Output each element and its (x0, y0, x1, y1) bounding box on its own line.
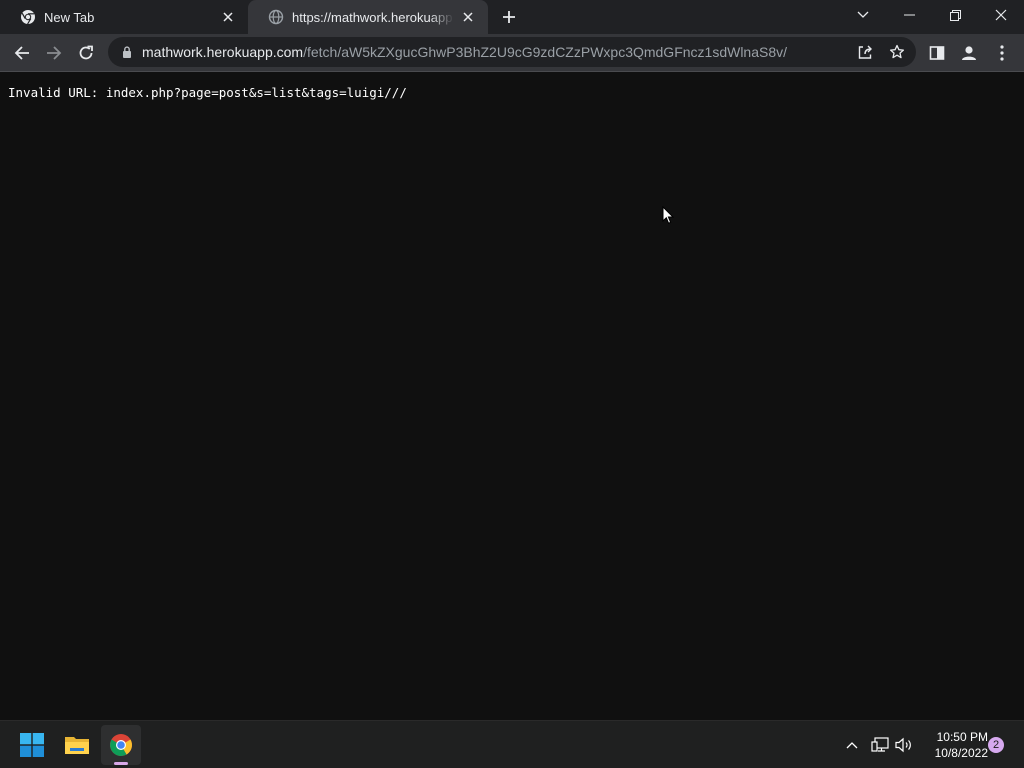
taskbar: 10:50 PM 10/8/2022 2 (0, 720, 1024, 768)
profile-icon (962, 46, 976, 60)
start-button[interactable] (12, 725, 52, 765)
plus-icon (503, 11, 515, 23)
share-button[interactable] (850, 37, 880, 67)
share-icon (858, 45, 872, 59)
chrome-icon (20, 9, 36, 25)
kebab-menu-icon (1000, 45, 1004, 61)
tab-mathwork[interactable]: https://mathwork.herokuapp.com (248, 0, 488, 34)
bookmark-button[interactable] (882, 37, 912, 67)
globe-icon (268, 9, 284, 25)
tab-title: https://mathwork.herokuapp.com (292, 9, 454, 25)
browser-menu-button[interactable] (987, 38, 1017, 68)
side-panel-icon (929, 46, 945, 60)
taskbar-file-explorer[interactable] (57, 725, 97, 765)
page-content: Invalid URL: index.php?page=post&s=list&… (0, 72, 1024, 720)
tab-search-button[interactable] (840, 0, 886, 30)
volume-button[interactable] (894, 735, 914, 755)
close-tab-icon[interactable] (460, 9, 476, 25)
lock-icon[interactable] (120, 45, 134, 59)
windows-start-icon (20, 733, 44, 757)
volume-icon (895, 737, 911, 753)
address-bar[interactable]: mathwork.herokuapp.com/fetch/aW5kZXgucGh… (108, 37, 916, 67)
mouse-pointer-icon (662, 205, 675, 230)
close-icon (995, 9, 1007, 21)
url-path: /fetch/aW5kZXgucGhwP3BhZ2U9cG9zdCZzPWxpc… (303, 44, 788, 60)
reload-button[interactable] (71, 38, 101, 68)
active-app-indicator (114, 762, 128, 765)
minimize-icon (903, 14, 915, 16)
network-status-button[interactable] (870, 735, 890, 755)
chevron-up-icon (846, 742, 858, 749)
file-explorer-icon (65, 737, 89, 754)
notification-badge[interactable]: 2 (988, 737, 1004, 753)
show-hidden-icons-button[interactable] (842, 735, 862, 755)
chevron-down-icon (857, 11, 869, 18)
clock-date: 10/8/2022 (934, 746, 988, 760)
clock-time: 10:50 PM (936, 730, 988, 744)
network-icon (871, 737, 889, 752)
chrome-icon (110, 734, 132, 756)
side-panel-button[interactable] (922, 38, 952, 68)
forward-button[interactable] (39, 38, 69, 68)
reload-icon (79, 45, 93, 60)
minimize-button[interactable] (886, 0, 932, 30)
error-message: Invalid URL: index.php?page=post&s=list&… (8, 85, 407, 100)
browser-toolbar: mathwork.herokuapp.com/fetch/aW5kZXgucGh… (0, 34, 1024, 72)
system-clock[interactable]: 10:50 PM 10/8/2022 (918, 729, 988, 761)
new-tab-button[interactable] (498, 6, 520, 28)
tab-strip: New Tab https://mathwork.herokuapp.com (0, 0, 1024, 34)
back-button[interactable] (7, 38, 37, 68)
close-tab-icon[interactable] (220, 9, 236, 25)
arrow-right-icon (47, 46, 62, 60)
url-host: mathwork.herokuapp.com (142, 44, 304, 60)
restore-button[interactable] (932, 0, 978, 30)
tab-title: New Tab (44, 9, 95, 25)
close-window-button[interactable] (978, 0, 1024, 30)
arrow-left-icon (14, 46, 29, 60)
profile-button[interactable] (954, 38, 984, 68)
star-icon (889, 44, 905, 59)
restore-icon (949, 9, 961, 21)
taskbar-chrome[interactable] (101, 725, 141, 765)
tab-new-tab[interactable]: New Tab (0, 0, 248, 34)
